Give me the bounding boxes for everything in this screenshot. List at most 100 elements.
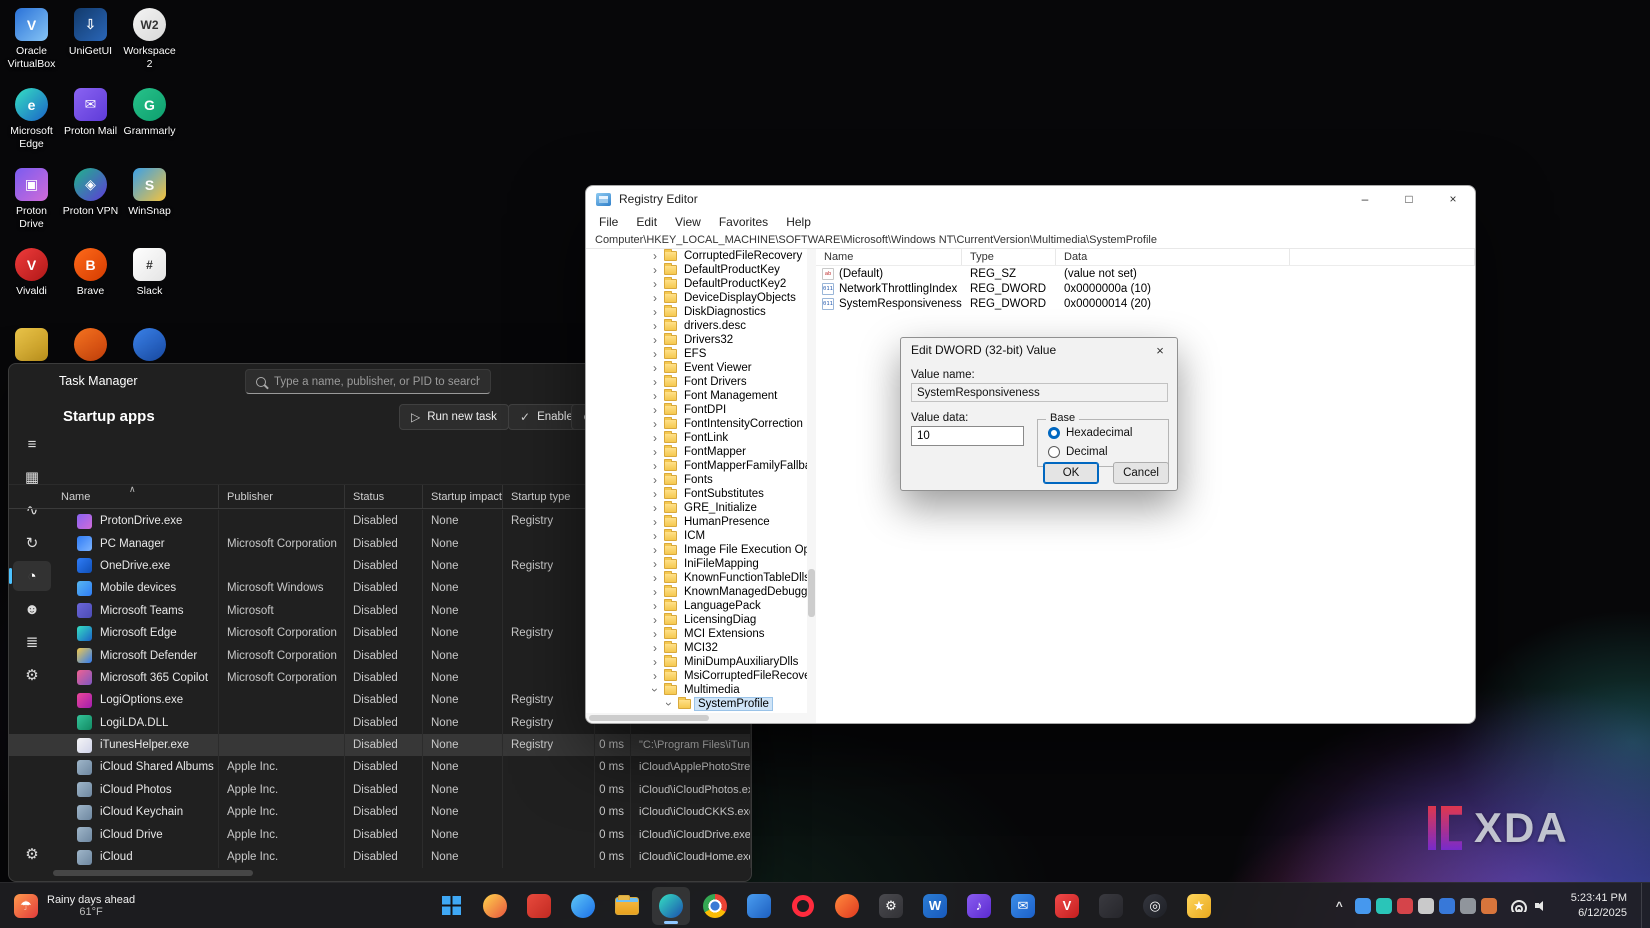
chevron-icon[interactable] [650,446,660,458]
weather-widget[interactable]: ☂ Rainy days ahead 61°F [4,883,145,928]
chevron-icon[interactable] [650,362,660,374]
registry-key[interactable]: GRE_Initialize [586,501,815,515]
registry-key[interactable]: DefaultProductKey [586,263,815,277]
taskbar-file-explorer[interactable] [608,887,646,925]
startup-app-row[interactable]: iCloud Apple Inc. Disabled None 0 ms iCl… [9,846,751,868]
registry-key[interactable]: FontLink [586,431,815,445]
startup-app-row[interactable]: iCloud Keychain Apple Inc. Disabled None… [9,801,751,823]
tm-menu-toggle[interactable]: ≡ [13,429,51,459]
chevron-icon[interactable] [650,432,660,444]
taskbar-obs[interactable]: ◎ [1136,887,1174,925]
chevron-icon[interactable] [650,418,660,430]
cancel-button[interactable]: Cancel [1113,462,1169,484]
registry-key[interactable]: EFS [586,347,815,361]
desktop-icon-unigetui[interactable]: ⇩ UniGetUI [62,8,120,88]
taskbar-app-yellow[interactable]: ★ [1180,887,1218,925]
chevron-icon[interactable] [650,656,660,668]
close-button[interactable]: × [1431,186,1475,212]
taskbar-app-dark[interactable] [1092,887,1130,925]
column-header-publisher[interactable]: Publisher [219,485,345,508]
registry-key[interactable]: MiniDumpAuxiliaryDlls [586,655,815,669]
chevron-icon[interactable] [663,699,675,709]
chevron-icon[interactable] [650,586,660,598]
registry-key[interactable]: Image File Execution Options [586,543,815,557]
hexadecimal-radio[interactable]: Hexadecimal [1048,427,1168,439]
startup-app-row[interactable]: iCloud Shared Albums Apple Inc. Disabled… [9,756,751,778]
desktop-icon-brave[interactable]: B Brave [62,248,120,328]
desktop-icon-winsnap[interactable]: S WinSnap [121,168,179,248]
chevron-icon[interactable] [650,278,660,290]
registry-key[interactable]: HumanPresence [586,515,815,529]
taskbar-word[interactable]: W [916,887,954,925]
startup-app-row[interactable]: iTunesHelper.exe Disabled None Registry … [9,734,751,756]
chevron-icon[interactable] [650,628,660,640]
chevron-icon[interactable] [650,348,660,360]
registry-value-row[interactable]: ab (Default) REG_SZ (value not set) [816,266,1475,281]
desktop-icon-workspace-2[interactable]: W2 Workspace 2 [121,8,179,88]
tree-horizontal-scrollbar[interactable] [586,713,816,723]
registry-key[interactable]: MCI Extensions [586,627,815,641]
hidden-icons-chevron[interactable]: ^ [1329,899,1350,913]
menu-item[interactable]: Edit [627,212,666,231]
clock[interactable]: 5:23:41 PM 6/12/2025 [1562,891,1636,921]
taskbar-vivaldi[interactable]: V [1048,887,1086,925]
desktop-icon-grammarly[interactable]: G Grammarly [121,88,179,168]
registry-key[interactable]: LanguagePack [586,599,815,613]
taskbar-mail[interactable]: ✉ [1004,887,1042,925]
tray-app-7-icon[interactable] [1481,898,1497,914]
registry-key[interactable]: DefaultProductKey2 [586,277,815,291]
search-input[interactable] [274,376,480,388]
startup-app-row[interactable]: iCloud Photos Apple Inc. Disabled None 0… [9,779,751,801]
desktop-icon-proton-vpn[interactable]: ◈ Proton VPN [62,168,120,248]
tray-app-4-icon[interactable] [1418,898,1434,914]
taskbar-app-blue[interactable] [740,887,778,925]
menu-item[interactable]: File [590,212,627,231]
tm-horizontal-scrollbar[interactable] [9,870,751,878]
registry-key[interactable]: Drivers32 [586,333,815,347]
startup-app-row[interactable]: iCloud Drive Apple Inc. Disabled None 0 … [9,823,751,845]
ok-button[interactable]: OK [1043,462,1099,484]
taskbar-app-red[interactable] [520,887,558,925]
show-desktop-button[interactable] [1641,883,1646,928]
chevron-icon[interactable] [650,474,660,486]
registry-key[interactable]: FontMapperFamilyFallback [586,459,815,473]
taskbar-media-player[interactable]: ♪ [960,887,998,925]
registry-key[interactable]: CorruptedFileRecovery [586,249,815,263]
desktop-icon-slack[interactable]: # Slack [121,248,179,328]
chevron-icon[interactable] [650,376,660,388]
registry-key[interactable]: FontMapper [586,445,815,459]
taskbar-safari[interactable] [564,887,602,925]
chevron-icon[interactable] [650,250,660,262]
dialog-close-button[interactable] [1143,338,1177,362]
tray-app-1-icon[interactable] [1355,898,1371,914]
taskbar-start-button[interactable] [432,887,470,925]
chevron-icon[interactable] [650,670,660,682]
chevron-icon[interactable] [650,614,660,626]
column-header-status[interactable]: Status [345,485,423,508]
tray-app-3-icon[interactable] [1397,898,1413,914]
registry-address-bar[interactable]: Computer\HKEY_LOCAL_MACHINE\SOFTWARE\Mic… [586,231,1475,249]
chevron-icon[interactable] [650,264,660,276]
chevron-icon[interactable] [650,334,660,346]
chevron-icon[interactable] [650,404,660,416]
menu-item[interactable]: Help [777,212,820,231]
chevron-icon[interactable] [650,460,660,472]
chevron-icon[interactable] [650,572,660,584]
chevron-icon[interactable] [650,488,660,500]
chevron-icon[interactable] [650,600,660,612]
value-data-input[interactable] [911,426,1024,446]
values-column-name[interactable]: Name [816,249,962,265]
registry-key[interactable]: KnownManagedDebuggingDlls [586,585,815,599]
registry-key[interactable]: KnownFunctionTableDlls [586,571,815,585]
registry-key[interactable]: Font Management [586,389,815,403]
menu-item[interactable]: Favorites [710,212,777,231]
desktop-icon-vivaldi[interactable]: V Vivaldi [3,248,61,328]
run-new-task-button[interactable]: ▷ Run new task [399,404,509,430]
decimal-radio[interactable]: Decimal [1048,446,1168,458]
registry-key[interactable]: FontSubstitutes [586,487,815,501]
registry-key[interactable]: Font Drivers [586,375,815,389]
column-header-type[interactable]: Startup type [503,485,595,508]
chevron-icon[interactable] [650,292,660,304]
menu-item[interactable]: View [666,212,710,231]
chevron-icon[interactable] [650,544,660,556]
